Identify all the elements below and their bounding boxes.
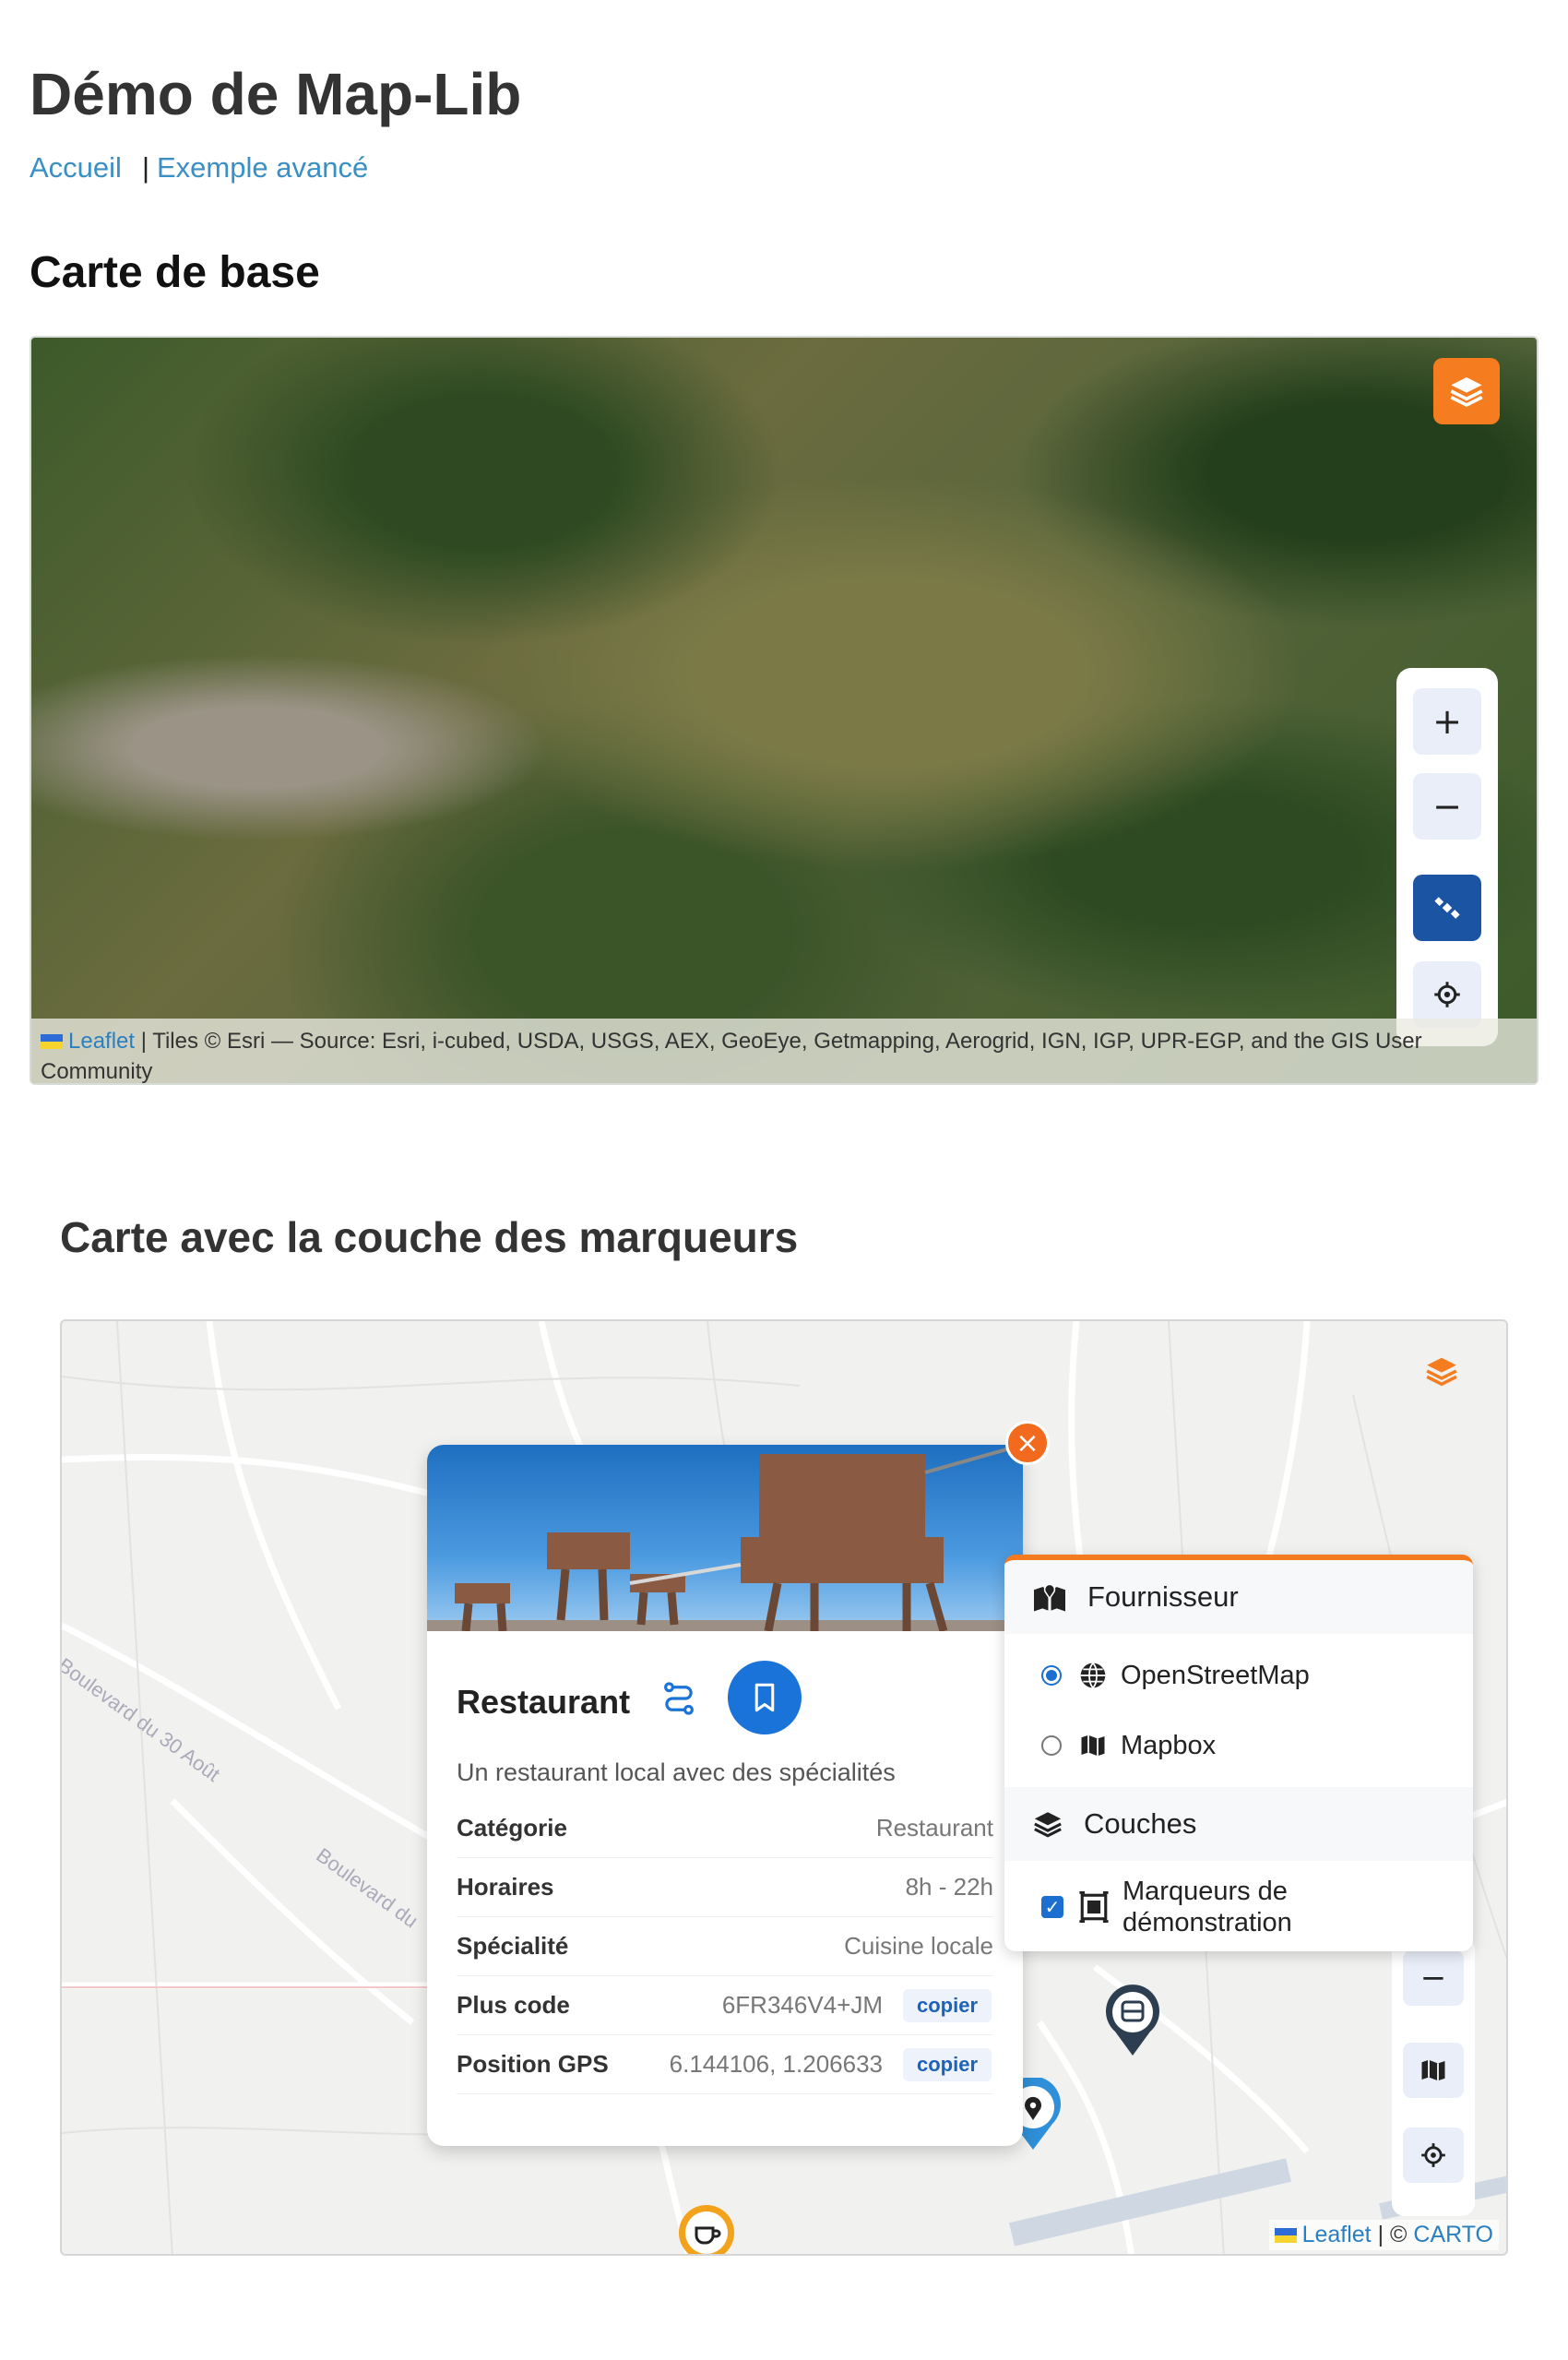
ukraine-flag-icon	[41, 1034, 63, 1049]
provider-label: OpenStreetMap	[1121, 1660, 1310, 1690]
marker-popup: Restaurant Un restaurant local avec des …	[427, 1445, 1023, 2146]
frame-icon	[1079, 1891, 1109, 1923]
provider-heading: Fournisseur	[1087, 1580, 1239, 1613]
popup-row-hours: Horaires 8h - 22h	[457, 1860, 993, 1917]
bookmark-icon	[754, 1683, 775, 1712]
provider-option-openstreetmap[interactable]: OpenStreetMap	[1004, 1641, 1473, 1710]
row-value: 8h - 22h	[905, 1873, 993, 1901]
row-value: Cuisine locale	[844, 1932, 993, 1960]
section-heading-base-map: Carte de base	[30, 248, 320, 297]
crosshair-icon	[1434, 982, 1460, 1007]
zoom-out-button[interactable]: −	[1403, 1950, 1464, 2006]
copy-plus-code-button[interactable]: copier	[903, 1989, 992, 2022]
zoom-out-button[interactable]: −	[1413, 773, 1481, 840]
map-controls-panel: −	[1392, 1937, 1475, 2216]
provider-label: Mapbox	[1121, 1730, 1217, 1760]
popup-close-button[interactable]: ×	[1005, 1421, 1050, 1465]
layers-heading: Couches	[1084, 1807, 1197, 1840]
crosshair-icon	[1421, 2143, 1445, 2167]
nav-separator: |	[141, 151, 149, 184]
map-icon	[1421, 2059, 1445, 2081]
popup-row-specialty: Spécialité Cuisine locale	[457, 1919, 993, 1976]
base-map[interactable]: + − Leaflet | Tiles © Esri — Source: Esr…	[30, 336, 1538, 1085]
globe-icon	[1080, 1663, 1106, 1688]
basemap-button[interactable]	[1403, 2043, 1464, 2098]
popup-row-gps: Position GPS 6.144106, 1.206633 copier	[457, 2037, 993, 2094]
nav-link-advanced[interactable]: Exemple avancé	[157, 151, 368, 184]
row-value: 6.144106, 1.206633	[669, 2050, 883, 2078]
layers-icon	[1450, 377, 1483, 408]
row-value: Restaurant	[875, 1814, 993, 1842]
ukraine-flag-icon	[1274, 2228, 1297, 2243]
popup-description: Un restaurant local avec des spécialités	[457, 1758, 896, 1786]
row-value: 6FR346V4+JM	[721, 1991, 883, 2019]
layers-toggle-button[interactable]	[1418, 1347, 1466, 1395]
attribution-separator: | ©	[1371, 2222, 1414, 2247]
popup-image	[427, 1445, 1023, 1633]
popup-row-plus-code: Plus code 6FR346V4+JM copier	[457, 1978, 993, 2035]
satellite-icon	[1434, 897, 1460, 919]
layer-label-line2: démonstration	[1123, 1908, 1292, 1937]
page-title: Démo de Map-Lib	[30, 61, 522, 127]
zoom-in-button[interactable]: +	[1413, 688, 1481, 755]
layers-icon	[1426, 1357, 1457, 1387]
layers-section-header: Couches	[1004, 1787, 1473, 1861]
layers-toggle-button[interactable]	[1433, 358, 1500, 424]
leaflet-link[interactable]: Leaflet	[1302, 2222, 1372, 2247]
breadcrumb-nav: Accueil | Exemple avancé	[30, 153, 368, 182]
bus-stop-marker[interactable]	[1102, 1984, 1163, 2057]
radio-button[interactable]	[1041, 1665, 1062, 1686]
popup-title: Restaurant	[457, 1683, 631, 1721]
layers-panel: Fournisseur OpenStreetMap Mapbox Couches…	[1004, 1555, 1473, 1951]
layer-option-demo-markers[interactable]: ✓ Marqueurs de démonstration	[1004, 1868, 1473, 1946]
row-label: Spécialité	[457, 1932, 569, 1960]
attribution-text: | Tiles © Esri — Source: Esri, i-cubed, …	[41, 1029, 1422, 1083]
leaflet-link[interactable]: Leaflet	[68, 1029, 135, 1054]
map-marker-icon	[1034, 1583, 1065, 1612]
row-label: Plus code	[457, 1991, 570, 2019]
copy-gps-button[interactable]: copier	[903, 2048, 992, 2081]
provider-section-header: Fournisseur	[1004, 1560, 1473, 1634]
section-heading-markers-map: Carte avec la couche des marqueurs	[60, 1213, 799, 1261]
layers-icon	[1034, 1812, 1062, 1838]
popup-row-category: Catégorie Restaurant	[457, 1801, 993, 1858]
route-icon[interactable]	[659, 1679, 698, 1718]
nav-link-home[interactable]: Accueil	[30, 151, 122, 184]
satellite-view-button[interactable]	[1413, 875, 1481, 941]
checkbox[interactable]: ✓	[1041, 1896, 1063, 1918]
layer-label-line1: Marqueurs de	[1123, 1877, 1288, 1906]
cafe-marker[interactable]	[676, 2202, 737, 2256]
provider-option-mapbox[interactable]: Mapbox	[1004, 1711, 1473, 1780]
row-label: Horaires	[457, 1873, 554, 1901]
row-label: Catégorie	[457, 1814, 567, 1842]
bookmark-button[interactable]	[728, 1661, 802, 1734]
markers-map[interactable]: Boulevard du 30 Août Boulevard du Restau…	[60, 1319, 1508, 2256]
sea-fort-image	[427, 1445, 1023, 1633]
row-label: Position GPS	[457, 2050, 609, 2078]
locate-button[interactable]	[1403, 2128, 1464, 2183]
radio-button[interactable]	[1041, 1735, 1062, 1756]
layer-label: Marqueurs de démonstration	[1123, 1876, 1292, 1938]
carto-link[interactable]: CARTO	[1413, 2222, 1493, 2247]
map-attribution: Leaflet | Tiles © Esri — Source: Esri, i…	[31, 1019, 1537, 1083]
map-attribution: Leaflet | © CARTO	[1268, 2220, 1499, 2250]
map-controls-panel: + −	[1396, 668, 1498, 1046]
map-icon	[1081, 1734, 1105, 1757]
